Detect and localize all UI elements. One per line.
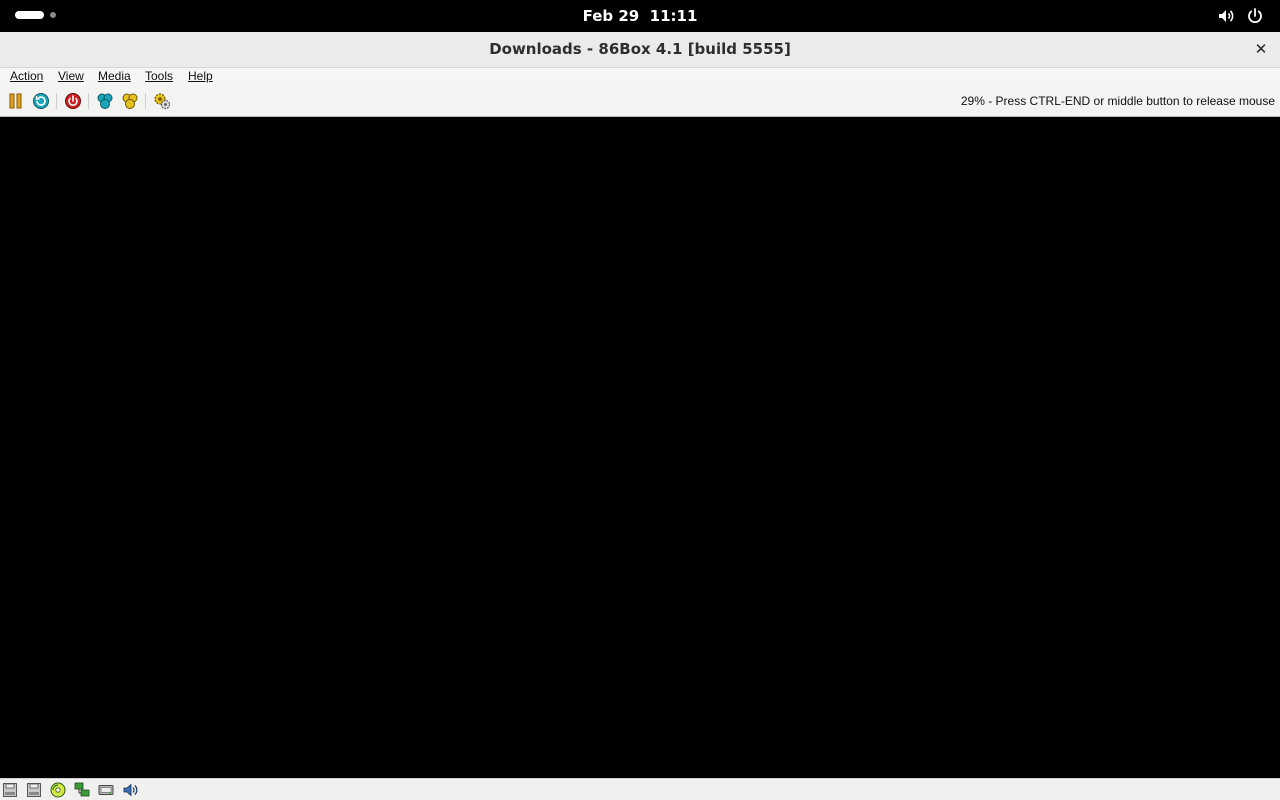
menu-media[interactable]: Media: [98, 69, 131, 83]
close-button[interactable]: ✕: [1252, 41, 1270, 59]
network-icon[interactable]: [74, 782, 90, 798]
workspace-active-pill: [15, 11, 44, 19]
ctrl-alt-esc-icon[interactable]: [121, 92, 139, 110]
clock[interactable]: Feb 29 11:11: [540, 0, 740, 32]
toolbar-separator: [88, 93, 89, 109]
window-titlebar[interactable]: Downloads - 86Box 4.1 [build 5555] ✕: [0, 32, 1280, 68]
menu-help[interactable]: Help: [188, 69, 213, 83]
toolbar-separator: [56, 93, 57, 109]
menu-view[interactable]: View: [58, 69, 84, 83]
floppy-drive-1-icon[interactable]: [2, 782, 18, 798]
settings-icon[interactable]: [153, 92, 171, 110]
system-top-bar: Feb 29 11:11: [0, 0, 1280, 32]
menu-bar: Action View Media Tools Help: [0, 68, 1280, 86]
floppy-drive-2-icon[interactable]: [26, 782, 42, 798]
hard-disk-icon[interactable]: [98, 782, 114, 798]
status-message: 29% - Press CTRL-END or middle button to…: [960, 94, 1275, 108]
cdrom-icon[interactable]: [50, 782, 66, 798]
activities-indicator[interactable]: [15, 11, 61, 21]
power-icon[interactable]: [1245, 6, 1265, 26]
workspace-dot: [50, 12, 56, 18]
emulator-screen[interactable]: [0, 118, 1280, 778]
toolbar: 29% - Press CTRL-END or middle button to…: [0, 86, 1280, 117]
menu-tools[interactable]: Tools: [145, 69, 173, 83]
ctrl-alt-del-icon[interactable]: [96, 92, 114, 110]
toolbar-separator: [145, 93, 146, 109]
volume-icon[interactable]: [1216, 6, 1236, 26]
reset-icon[interactable]: [32, 92, 50, 110]
sound-icon[interactable]: [122, 782, 138, 798]
status-bar: [0, 778, 1280, 800]
menu-action[interactable]: Action: [10, 69, 43, 83]
power-off-icon[interactable]: [64, 92, 82, 110]
pause-icon[interactable]: [7, 92, 25, 110]
window-title: Downloads - 86Box 4.1 [build 5555]: [489, 40, 791, 58]
